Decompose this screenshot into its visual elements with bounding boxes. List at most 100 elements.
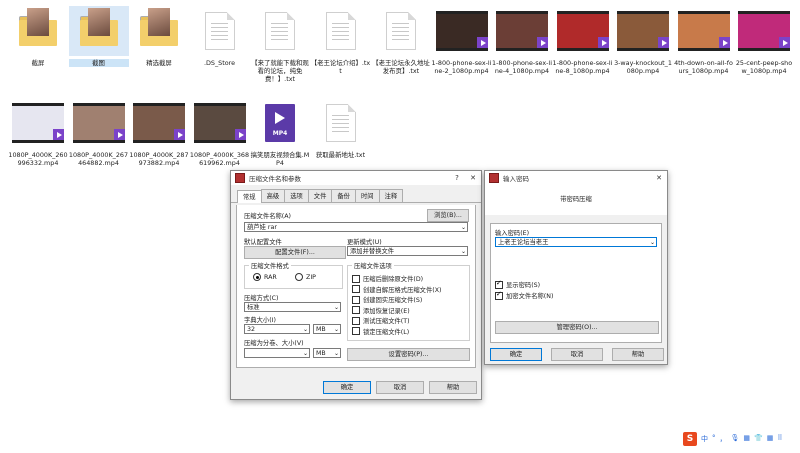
dict-unit-select[interactable]: MB ⌄ <box>313 324 341 334</box>
tray-item-icon[interactable]: 👕 <box>754 434 763 444</box>
tray-item-icon[interactable]: ▦ <box>743 434 750 444</box>
desktop-file[interactable]: 【老王论坛介绍】.txt <box>311 6 371 75</box>
password-subtitle: 带密码压缩 <box>560 196 592 203</box>
desktop-file[interactable]: 1080P_4000K_267464882.mp4 <box>69 98 129 167</box>
update-mode-select[interactable]: 添加并替换文件 ⌄ <box>347 246 468 256</box>
tray-item-icon[interactable]: 中 <box>701 434 708 444</box>
desktop-file[interactable]: MP4 搞笑朋友视频合集.MP4 <box>250 98 310 167</box>
options-group-label: 压缩文件选项 <box>352 261 394 270</box>
tab-4[interactable]: 备份 <box>331 189 356 202</box>
profile-button[interactable]: 配置文件(F)... <box>244 246 346 259</box>
archive-dialog-titlebar: 压缩文件名和参数 ? ✕ <box>231 171 481 185</box>
close-icon[interactable]: ✕ <box>651 174 667 182</box>
desktop-file[interactable]: 25-cent-peep-show_1080p.mp4 <box>734 6 794 75</box>
archive-dialog: 压缩文件名和参数 ? ✕ 常规 高级 选项 文件 备份 时间 注释 压缩文件名称(A) 浏览… <box>230 170 482 400</box>
archive-help-button[interactable]: 帮助 <box>429 381 477 394</box>
archive-cancel-button[interactable]: 取消 <box>376 381 424 394</box>
desktop-file[interactable]: 截屏 <box>8 6 68 67</box>
video-thumbnail-icon <box>435 11 488 51</box>
method-select[interactable]: 标准 ⌄ <box>244 302 341 312</box>
mp4-file-icon: MP4 <box>265 104 295 142</box>
desktop-file[interactable]: 4th-down-on-all-fours_1080p.mp4 <box>674 6 734 75</box>
tray-item-icon[interactable]: ° <box>712 434 716 444</box>
tray-item-icon[interactable]: 🎙 <box>731 434 740 444</box>
file-name: .DS_Store <box>203 59 236 67</box>
file-name: 1080P_4000K_267464882.mp4 <box>68 151 129 167</box>
encrypt-names-checkbox[interactable]: 加密文件名称(N) <box>495 290 553 300</box>
file-name: 1080P_4000K_368619962.mp4 <box>189 151 250 167</box>
archive-ok-button[interactable]: 确定 <box>323 381 371 394</box>
method-label: 压缩方式(C) <box>244 295 279 302</box>
chevron-down-icon[interactable]: ⌄ <box>650 238 655 248</box>
desktop-file[interactable]: 【来了就能下载和观看的论坛，纯免费！】.txt <box>250 6 310 83</box>
split-label: 压缩为分卷、大小(V) <box>244 340 304 347</box>
option-checkbox[interactable]: 压缩后删除原文件(D) <box>352 274 423 283</box>
folder-icon <box>19 8 57 46</box>
archive-name-field[interactable]: 葫芦娃 rar ⌄ <box>244 222 468 232</box>
file-name: 截屏 <box>31 59 45 67</box>
password-header: 带密码压缩 <box>485 185 667 215</box>
file-name: 【老王论坛介绍】.txt <box>310 59 371 75</box>
desktop-file[interactable]: 1-800-phone-sex-line-2_1080p.mp4 <box>432 6 492 75</box>
desktop-file[interactable]: 获取最新地址.txt <box>311 98 371 159</box>
password-help-button[interactable]: 帮助 <box>612 348 664 361</box>
close-icon[interactable]: ✕ <box>465 174 481 182</box>
tray-item-icon[interactable]: ⠿ <box>777 434 782 444</box>
browse-button[interactable]: 浏览(B)... <box>427 209 469 222</box>
option-checkbox[interactable]: 创建固实压缩文件(S) <box>352 295 422 304</box>
ime-tray: S 中 °， 🎙 ▦ 👕 ▦ ⠿ <box>683 431 783 447</box>
chevron-down-icon[interactable]: ⌄ <box>461 247 466 257</box>
desktop-file[interactable]: 1-800-phone-sex-line-4_1080p.mp4 <box>492 6 552 75</box>
option-checkbox[interactable]: 添加恢复记录(E) <box>352 306 410 315</box>
tab-3[interactable]: 文件 <box>307 189 333 202</box>
tab-1[interactable]: 高级 <box>260 189 286 202</box>
split-unit-select[interactable]: MB ⌄ <box>313 348 341 358</box>
manage-passwords-button[interactable]: 管理密码(O)... <box>495 321 659 334</box>
sogou-logo-icon[interactable]: S <box>683 432 697 446</box>
format-group-label: 压缩文件格式 <box>249 261 291 270</box>
desktop-file[interactable]: 精选截屏 <box>129 6 189 67</box>
tab-2[interactable]: 选项 <box>284 189 309 202</box>
format-zip-radio[interactable]: ZIP <box>295 273 316 281</box>
file-name: 搞笑朋友视频合集.MP4 <box>250 151 310 167</box>
video-thumbnail-icon <box>738 11 790 51</box>
update-mode-label: 更新模式(U) <box>347 239 382 246</box>
chevron-down-icon[interactable]: ⌄ <box>461 223 466 233</box>
show-password-checkbox[interactable]: 显示密码(S) <box>495 279 540 289</box>
tab-0[interactable]: 常规 <box>237 190 262 203</box>
chevron-down-icon[interactable]: ⌄ <box>334 325 339 335</box>
chevron-down-icon[interactable]: ⌄ <box>303 325 308 335</box>
option-checkbox[interactable]: 创建自解压格式压缩文件(X) <box>352 285 442 294</box>
desktop-file[interactable]: 【老王论坛永久地址发布页】.txt <box>371 6 431 75</box>
tray-item-icon[interactable]: ， <box>720 434 727 444</box>
chevron-down-icon[interactable]: ⌄ <box>334 303 339 313</box>
file-name: 1-800-phone-sex-line-4_1080p.mp4 <box>492 59 552 75</box>
chevron-down-icon[interactable]: ⌄ <box>303 349 308 359</box>
password-ok-button[interactable]: 确定 <box>490 348 542 361</box>
file-name: 精选截屏 <box>146 59 172 67</box>
tab-5[interactable]: 时间 <box>354 189 380 202</box>
desktop-file[interactable]: .DS_Store <box>190 6 250 67</box>
dict-select[interactable]: 32 ⌄ <box>244 324 310 334</box>
password-cancel-button[interactable]: 取消 <box>551 348 603 361</box>
file-name: 【来了就能下载和观看的论坛，纯免费！】.txt <box>251 59 309 83</box>
option-checkbox[interactable]: 锁定压缩文件(L) <box>352 327 409 336</box>
chevron-down-icon[interactable]: ⌄ <box>334 349 339 359</box>
desktop-file[interactable]: 1080P_4000K_260996332.mp4 <box>8 98 68 167</box>
desktop-file[interactable]: 1-800-phone-sex-line-8_1080p.mp4 <box>553 6 613 75</box>
help-icon[interactable]: ? <box>449 174 465 182</box>
desktop-file[interactable]: 截图 <box>68 6 129 67</box>
archive-tabs: 常规 高级 选项 文件 备份 时间 注释 <box>231 189 481 203</box>
desktop-file[interactable]: 1080P_4000K_287973882.mp4 <box>129 98 189 167</box>
video-thumbnail-icon <box>556 11 609 51</box>
option-checkbox[interactable]: 测试压缩文件(T) <box>352 316 410 325</box>
split-size-field[interactable]: ⌄ <box>244 348 310 358</box>
desktop-file[interactable]: 3-way-knockout_1080p.mp4 <box>613 6 673 75</box>
desktop-file[interactable]: 1080P_4000K_368619962.mp4 <box>190 98 250 167</box>
set-password-button[interactable]: 设置密码(P)... <box>347 348 470 361</box>
password-input[interactable]: 上老王论坛当老王 ⌄ <box>495 237 657 247</box>
video-thumbnail-icon <box>617 11 669 51</box>
tab-6[interactable]: 注释 <box>378 189 404 202</box>
format-rar-radio[interactable]: RAR <box>253 273 277 281</box>
tray-item-icon[interactable]: ▦ <box>767 434 774 444</box>
